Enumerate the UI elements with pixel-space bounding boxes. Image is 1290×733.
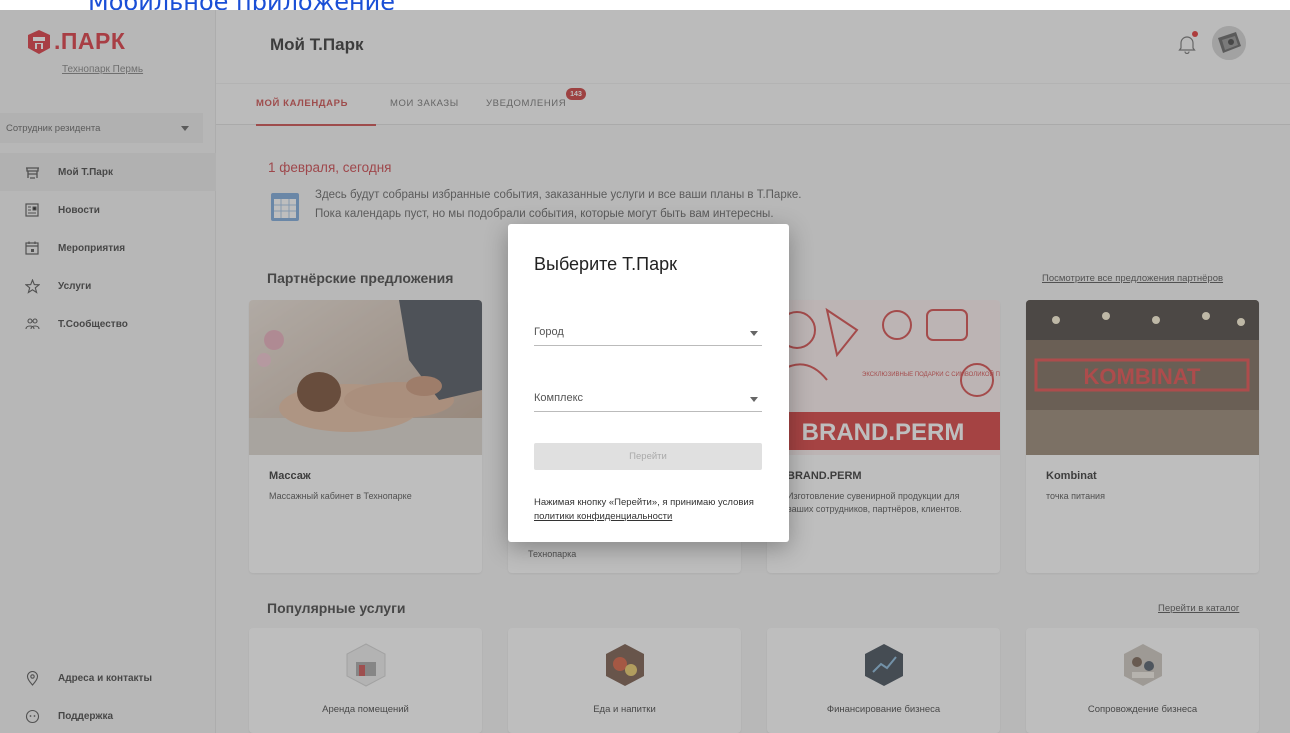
terms-prefix: Нажимая кнопку «Перейти», я принимаю усл…	[534, 497, 754, 508]
go-button[interactable]: Перейти	[534, 443, 762, 470]
chevron-down-icon	[750, 331, 758, 336]
city-select[interactable]: Город	[534, 320, 762, 346]
chevron-down-icon	[750, 397, 758, 402]
modal-title: Выберите Т.Парк	[534, 254, 678, 274]
select-tpark-modal: Выберите Т.Парк Город Комплекс Перейти Н…	[508, 224, 789, 542]
app: .ПАРК Технопарк Пермь Сотрудник резидент…	[0, 10, 1290, 733]
complex-select-label: Комплекс	[534, 392, 584, 404]
city-select-label: Город	[534, 326, 564, 338]
privacy-policy-link[interactable]: политики конфиденциальности	[534, 511, 672, 522]
complex-select[interactable]: Комплекс	[534, 386, 762, 412]
terms-text: Нажимая кнопку «Перейти», я принимаю усл…	[534, 496, 774, 524]
